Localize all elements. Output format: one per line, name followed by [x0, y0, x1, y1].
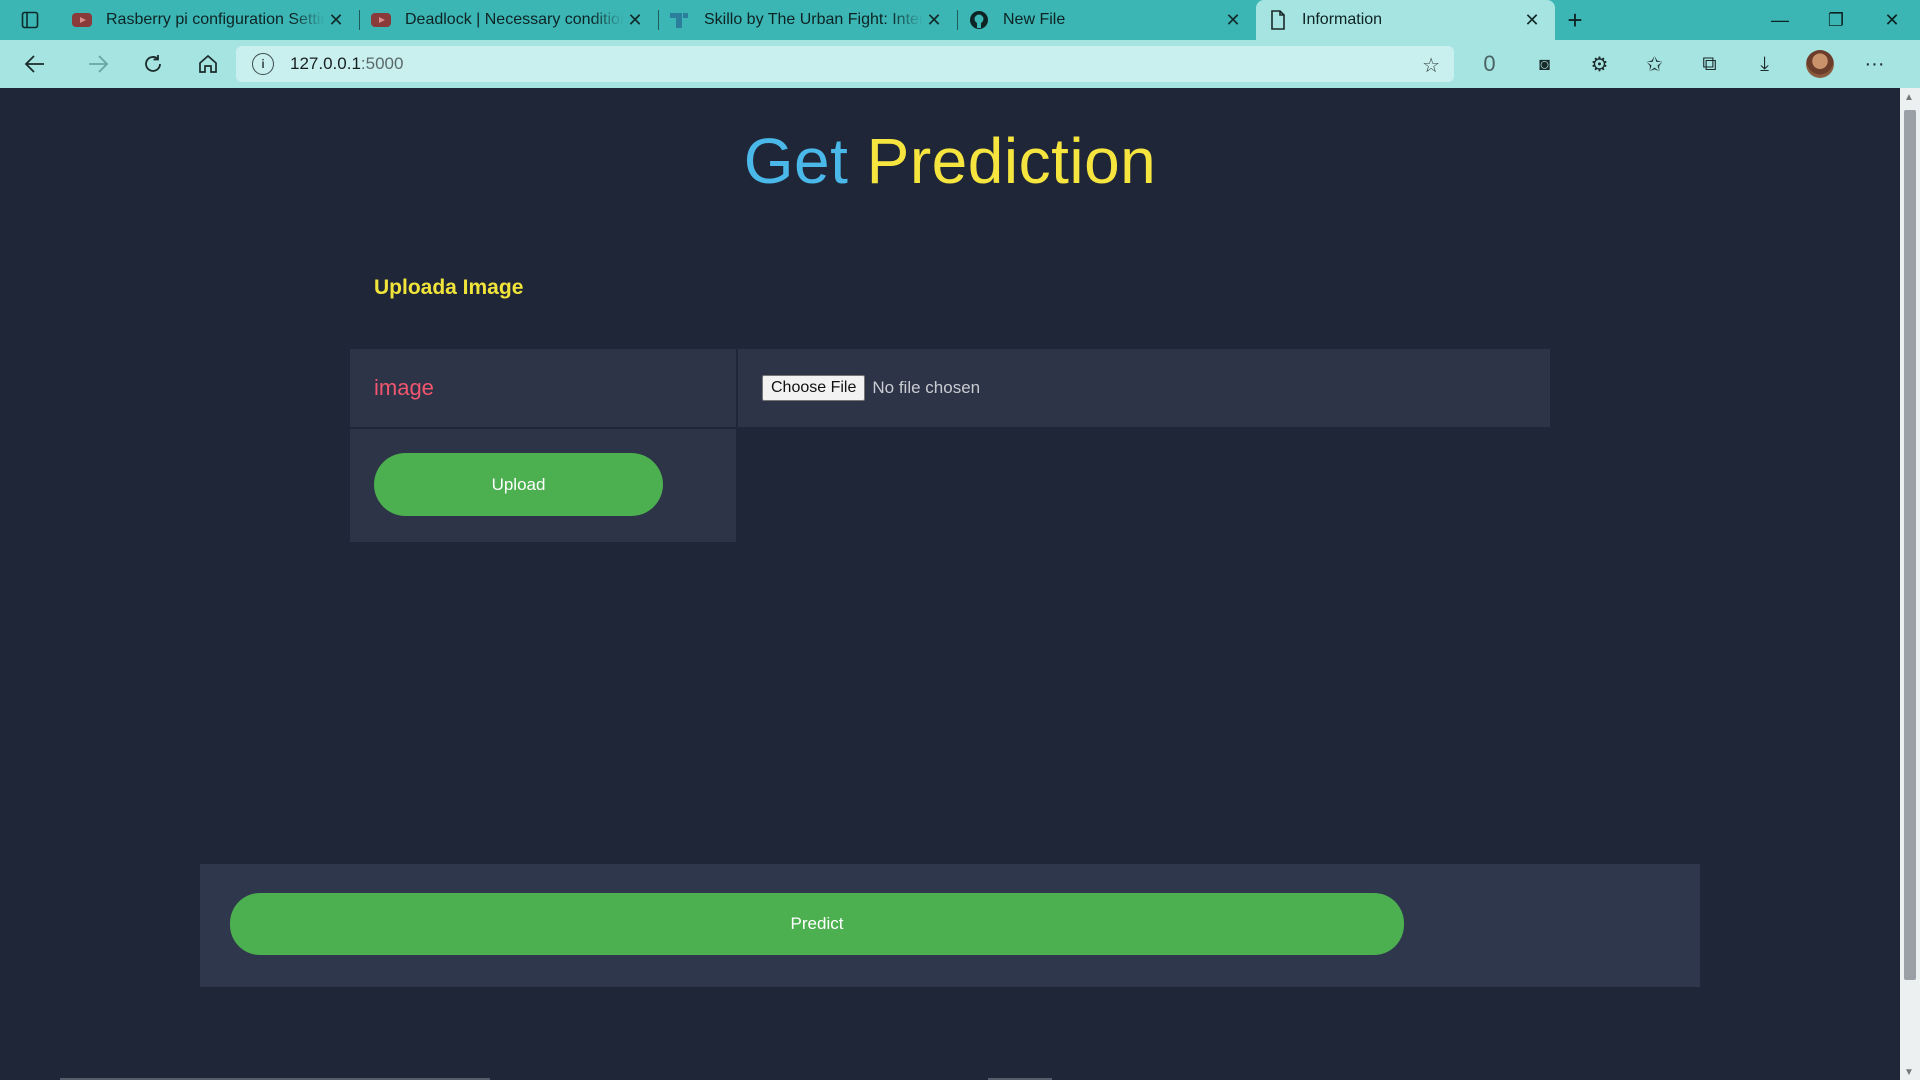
- page-title: Get Prediction: [0, 124, 1900, 198]
- forward-button[interactable]: [70, 40, 125, 88]
- tab-title: Information: [1302, 11, 1383, 28]
- close-tab-icon[interactable]: ✕: [325, 10, 347, 31]
- extension-button[interactable]: 0: [1462, 40, 1517, 88]
- page-content: Get Prediction Uploada Image image Choos…: [0, 88, 1900, 1080]
- url-port: :5000: [360, 54, 404, 73]
- scroll-up-icon[interactable]: ▲: [1904, 92, 1914, 103]
- downloads-button[interactable]: ⤓: [1737, 40, 1792, 88]
- collections-button[interactable]: ⧉: [1682, 40, 1737, 88]
- refresh-button[interactable]: [125, 40, 180, 88]
- minimize-icon: —: [1771, 9, 1789, 30]
- page-scrollbar[interactable]: ▲ ▼: [1900, 88, 1920, 1080]
- plus-icon: +: [1567, 4, 1583, 35]
- youtube-icon: [371, 10, 391, 30]
- back-arrow-icon: [24, 55, 44, 73]
- refresh-icon: [144, 55, 161, 72]
- extensions-button[interactable]: ⚙: [1572, 40, 1627, 88]
- address-bar[interactable]: i 127.0.0.1:5000 ☆: [236, 46, 1454, 82]
- collections-icon: ⧉: [1702, 52, 1717, 75]
- profile-button[interactable]: [1792, 40, 1847, 88]
- settings-menu-button[interactable]: ···: [1847, 40, 1902, 88]
- skillo-icon: [670, 10, 690, 30]
- url-host: 127.0.0.1: [290, 54, 361, 73]
- tab-bar: Rasberry pi configuration Setting ✕ Dead…: [0, 0, 1920, 40]
- scroll-down-icon[interactable]: ▼: [1904, 1067, 1914, 1078]
- extension-badge-icon: 0: [1483, 51, 1496, 76]
- github-icon: [969, 10, 989, 30]
- tab-title: Skillo by The Urban Fight: Interview: [704, 11, 923, 28]
- tab-new-file[interactable]: New File ✕: [957, 0, 1256, 40]
- page-icon: [1268, 10, 1288, 30]
- file-input-cell: Choose File No file chosen: [738, 349, 1550, 427]
- reader-extension-button[interactable]: ◙: [1517, 40, 1572, 88]
- glasses-icon: ◙: [1539, 53, 1550, 74]
- close-window-button[interactable]: ✕: [1864, 0, 1920, 40]
- image-field-label: image: [374, 375, 434, 400]
- no-file-text: No file chosen: [872, 378, 981, 397]
- favorites-list-icon: ✩: [1646, 53, 1663, 76]
- page-title-part2: Prediction: [866, 125, 1157, 197]
- restore-icon: ❐: [1827, 9, 1845, 30]
- close-icon: ✕: [1884, 9, 1900, 30]
- forward-arrow-icon: [88, 55, 108, 73]
- info-icon[interactable]: i: [252, 53, 274, 75]
- restore-button[interactable]: ❐: [1808, 0, 1864, 40]
- more-icon: ···: [1864, 52, 1885, 75]
- browser-toolbar: i 127.0.0.1:5000 ☆ 0 ◙ ⚙ ✩ ⧉ ⤓ ···: [0, 40, 1920, 88]
- back-button[interactable]: [0, 40, 70, 88]
- close-tab-icon[interactable]: ✕: [624, 10, 646, 31]
- page-title-part1: Get: [743, 125, 849, 197]
- upload-button[interactable]: Upload: [374, 453, 663, 516]
- close-tab-icon[interactable]: ✕: [1521, 10, 1543, 31]
- youtube-icon: [72, 10, 92, 30]
- close-tab-icon[interactable]: ✕: [923, 10, 945, 31]
- tab-skillo[interactable]: Skillo by The Urban Fight: Interview ✕: [658, 0, 957, 40]
- tab-title: Rasberry pi configuration Setting: [106, 11, 325, 28]
- predict-button[interactable]: Predict: [230, 893, 1404, 955]
- puzzle-icon: ⚙: [1590, 53, 1609, 76]
- tab-actions-icon: [21, 11, 39, 29]
- add-favorite-icon[interactable]: ☆: [1422, 53, 1440, 78]
- toolbar-extensions: 0 ◙ ⚙ ✩ ⧉ ⤓ ···: [1462, 40, 1902, 88]
- tab-title: New File: [1003, 11, 1066, 28]
- address-url: 127.0.0.1:5000: [290, 54, 403, 74]
- avatar: [1805, 50, 1834, 78]
- tab-information[interactable]: Information ✕: [1256, 0, 1555, 40]
- upload-cell: Upload: [350, 429, 736, 542]
- close-tab-icon[interactable]: ✕: [1222, 10, 1244, 31]
- predict-panel: Predict: [200, 864, 1700, 987]
- window-controls: — ❐ ✕: [1752, 0, 1920, 40]
- download-icon: ⤓: [1760, 52, 1769, 75]
- home-button[interactable]: [180, 40, 235, 88]
- home-icon: [198, 54, 217, 73]
- tab-rasberry-pi[interactable]: Rasberry pi configuration Setting ✕: [60, 0, 359, 40]
- favorites-button[interactable]: ✩: [1627, 40, 1682, 88]
- upload-heading: Uploada Image: [374, 276, 524, 299]
- scrollbar-thumb[interactable]: [1904, 110, 1916, 980]
- choose-file-button[interactable]: Choose File: [762, 375, 866, 401]
- tab-deadlock[interactable]: Deadlock | Necessary conditions ✕: [359, 0, 658, 40]
- new-tab-button[interactable]: +: [1555, 0, 1595, 40]
- tab-title: Deadlock | Necessary conditions: [405, 11, 624, 28]
- tab-actions-button[interactable]: [0, 0, 60, 40]
- minimize-button[interactable]: —: [1752, 0, 1808, 40]
- field-label-cell: image: [350, 349, 736, 427]
